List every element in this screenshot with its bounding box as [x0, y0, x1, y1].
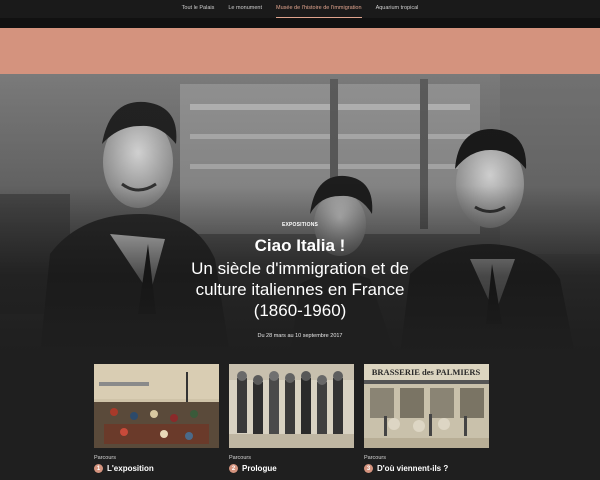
postcard-brasserie-image: BRASSERIE des PALMIERS [364, 364, 489, 448]
nav-item-musee-immigration[interactable]: Musée de l'histoire de l'immigration [276, 0, 362, 18]
exhibition-subtitle: Un siècle d'immigration et de culture it… [191, 259, 409, 320]
card-title-row: 3 D'où viennent-ils ? [364, 464, 489, 473]
card-label: Parcours [94, 455, 117, 461]
sepia-group-photo-image [229, 364, 354, 448]
card-title[interactable]: Prologue [242, 464, 277, 473]
card-label: Parcours [229, 455, 252, 461]
card-label: Parcours [364, 455, 387, 461]
parcours-card-2[interactable]: Parcours 2 Prologue [229, 364, 354, 473]
hero-section: Expositions Ciao Italia ! Un siècle d'im… [0, 74, 600, 354]
section-eyebrow[interactable]: Expositions [0, 222, 600, 228]
card-number-badge: 2 [229, 464, 238, 473]
parcours-cards: Parcours 1 L'exposition Parcours 2 Prolo… [94, 364, 489, 473]
card-title-row: 2 Prologue [229, 464, 354, 473]
parcours-card-3[interactable]: BRASSERIE des PALMIERS Parcours 3 D'où v… [364, 364, 489, 473]
hero-text: Expositions Ciao Italia ! Un siècle d'im… [0, 222, 600, 339]
nav-item-aquarium[interactable]: Aquarium tropical [376, 0, 419, 18]
card-number-badge: 3 [364, 464, 373, 473]
card-title[interactable]: D'où viennent-ils ? [377, 464, 448, 473]
parcours-card-1[interactable]: Parcours 1 L'exposition [94, 364, 219, 473]
top-navigation: Tout le Palais Le monument Musée de l'hi… [0, 0, 600, 18]
exhibition-dates: Du 28 mars au 10 septembre 2017 [257, 333, 343, 339]
nav-item-le-monument[interactable]: Le monument [228, 0, 262, 18]
nav-item-tout-le-palais[interactable]: Tout le Palais [182, 0, 215, 18]
card-title[interactable]: L'exposition [107, 464, 154, 473]
painting-harbour-crowd-image [94, 364, 219, 448]
dark-strip [0, 18, 600, 28]
card-title-row: 1 L'exposition [94, 464, 219, 473]
postcard-caption: BRASSERIE des PALMIERS [372, 367, 481, 377]
exhibition-title: Ciao Italia ! [254, 236, 346, 255]
card-number-badge: 1 [94, 464, 103, 473]
